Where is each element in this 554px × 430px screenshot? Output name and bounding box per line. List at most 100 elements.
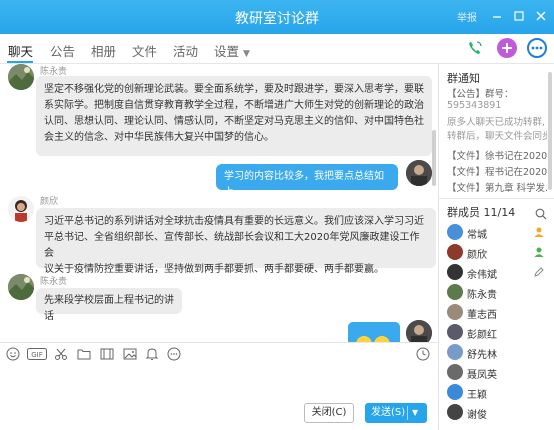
edit-icon — [533, 266, 545, 281]
send-divider — [407, 406, 408, 420]
message-line: 坚定不移强化党的创新理论武装。要全面系统学，要及时跟进学，要深入思考学，要联 — [44, 84, 424, 95]
tab-album[interactable]: 相册 — [91, 41, 116, 60]
member-item[interactable]: 陈永贵 — [439, 282, 554, 302]
sidebar-scrollbar[interactable] — [548, 72, 552, 190]
tab-activity[interactable]: 活动 — [173, 41, 198, 60]
search-icon[interactable] — [535, 205, 547, 220]
member-name: 彭颜红 — [467, 330, 497, 341]
scissors-icon[interactable] — [54, 347, 68, 361]
gif-icon[interactable]: GIF — [27, 347, 47, 361]
member-item[interactable]: 舒先林 — [439, 342, 554, 362]
sticker-image[interactable] — [348, 322, 400, 342]
tab-chat[interactable]: 聊天 — [8, 41, 33, 60]
avatar — [447, 324, 463, 340]
chat-message-area[interactable]: 陈永贵 坚定不移强化党的创新理论武装。要全面系统学，要及时跟进学，要深入思考学，… — [0, 64, 438, 342]
member-name: 王颖 — [467, 390, 487, 401]
message-line: 平总书记、全省组织部长、宣传部长、统战部长会议和工大2020年党风廉政建设工作会 — [44, 232, 420, 259]
avatar[interactable] — [8, 196, 34, 222]
message-bubble[interactable]: 学习的内容比较多，我把要点总结如上。 — [216, 164, 398, 198]
report-link[interactable]: 举报 — [457, 9, 477, 24]
tab-settings-label: 设置 — [214, 44, 240, 59]
member-item[interactable]: 彭颜红 — [439, 322, 554, 342]
notice-line: 原多人聊天已成功转群, — [447, 117, 546, 128]
notice-title: 群通知 — [447, 72, 480, 85]
member-name: 董志西 — [467, 310, 497, 321]
file-notice[interactable]: 【文件】程书记在2020... — [447, 164, 547, 178]
folder-icon[interactable] — [77, 347, 91, 361]
member-item[interactable]: 颜欣 — [439, 242, 554, 262]
members-title: 群成员 11/14 — [447, 206, 516, 219]
minimize-icon[interactable] — [490, 9, 504, 23]
member-item[interactable]: 常城 — [439, 222, 554, 242]
tab-settings[interactable]: 设置 ▼ — [214, 41, 250, 60]
send-button-label: 发送(S) — [371, 407, 406, 418]
bell-icon[interactable] — [145, 347, 159, 361]
avatar — [447, 344, 463, 360]
avatar[interactable] — [8, 274, 34, 300]
sender-name: 颜欣 — [40, 197, 59, 207]
message-line: 议关于疫情防控重要讲话，坚持做到两手都要抓、两手都要硬、两手都要赢。 — [44, 264, 384, 275]
notice-line: 转群后，聊天文件会同步 — [447, 131, 547, 142]
chevron-down-icon: ▼ — [243, 49, 250, 59]
message-line: 系实际学。把制度自信贯穿教育教学全过程，不断增进广大师生对党的创新理论的政治 — [44, 100, 424, 111]
message-line: 学习的内容比较多，我把要点总结如上。 — [224, 171, 384, 198]
maximize-icon[interactable] — [512, 9, 526, 23]
history-clock-icon[interactable] — [416, 347, 430, 361]
avatar[interactable] — [8, 64, 34, 90]
message-bubble[interactable]: 先来段学校层面上程书记的讲话 — [36, 288, 182, 322]
notice-line: 595343891 — [447, 100, 502, 111]
avatar[interactable] — [406, 160, 432, 186]
owner-badge-icon — [533, 226, 545, 241]
member-item[interactable]: 王颖 — [439, 382, 554, 402]
message-bubble[interactable]: 坚定不移强化党的创新理论武装。要全面系统学，要及时跟进学，要深入思考学，要联 系… — [36, 76, 432, 156]
add-app-icon[interactable] — [497, 38, 517, 58]
avatar — [447, 244, 463, 260]
gif-label: GIF — [31, 351, 43, 359]
message-line: 先来段学校层面上程书记的讲话 — [44, 295, 174, 322]
member-name: 余伟斌 — [467, 270, 497, 281]
close-button[interactable]: 关闭(C) — [304, 403, 354, 423]
avatar — [447, 304, 463, 320]
message-line: 会主义的信念、对中华民族伟大复兴中国梦的信心。 — [44, 132, 274, 143]
avatar — [447, 384, 463, 400]
chat-scrollbar[interactable] — [432, 130, 436, 186]
image-icon[interactable] — [123, 347, 137, 361]
member-name: 谢俊 — [467, 410, 487, 421]
more-icon[interactable] — [527, 38, 547, 58]
notice-line[interactable]: 【公告】群号： — [447, 86, 547, 100]
member-item[interactable]: 聂凤英 — [439, 362, 554, 382]
window-titlebar: 教研室讨论群 举报 — [0, 0, 554, 34]
member-name: 颜欣 — [467, 250, 487, 261]
sidebar-divider — [439, 198, 554, 199]
phone-call-icon[interactable] — [465, 38, 485, 58]
tab-notice[interactable]: 公告 — [50, 41, 75, 60]
sender-name: 陈永贵 — [40, 277, 68, 287]
emoji-icon[interactable] — [6, 347, 20, 361]
message-line: 习近平总书记的系列讲话对全球抗击疫情具有重要的长远意义。我们应该深入学习习近 — [44, 216, 424, 227]
member-name: 舒先林 — [467, 350, 497, 361]
send-button[interactable]: 发送(S) ▼ — [365, 403, 427, 423]
file-notice[interactable]: 【文件】徐书记在2020... — [447, 148, 547, 162]
message-line: 认同、思想认同、理论认同、情感认同，不断坚定对马克思主义的信仰、对中国特色社 — [44, 116, 424, 127]
close-icon[interactable] — [534, 9, 548, 23]
avatar — [447, 224, 463, 240]
message-bubble[interactable]: 习近平总书记的系列讲话对全球抗击疫情具有重要的长远意义。我们应该深入学习习近 平… — [36, 208, 436, 275]
member-name: 常城 — [467, 230, 487, 241]
admin-badge-icon — [533, 246, 545, 261]
avatar — [447, 364, 463, 380]
member-name: 陈永贵 — [467, 290, 497, 301]
avatar[interactable] — [406, 320, 432, 342]
member-item[interactable]: 董志西 — [439, 302, 554, 322]
file-notice[interactable]: 【文件】第九章 科学发... — [447, 180, 547, 194]
avatar — [447, 284, 463, 300]
avatar — [447, 404, 463, 420]
member-item[interactable]: 谢俊 — [439, 402, 554, 422]
gallery-icon[interactable] — [100, 347, 114, 361]
message-editor[interactable]: GIF 关闭(C) 发送(S) ▼ — [0, 342, 438, 430]
tab-files[interactable]: 文件 — [132, 41, 157, 60]
member-item[interactable]: 余伟斌 — [439, 262, 554, 282]
more-options-icon[interactable] — [167, 347, 181, 361]
avatar — [447, 264, 463, 280]
chevron-down-icon[interactable]: ▼ — [412, 403, 418, 423]
member-name: 聂凤英 — [467, 370, 497, 381]
